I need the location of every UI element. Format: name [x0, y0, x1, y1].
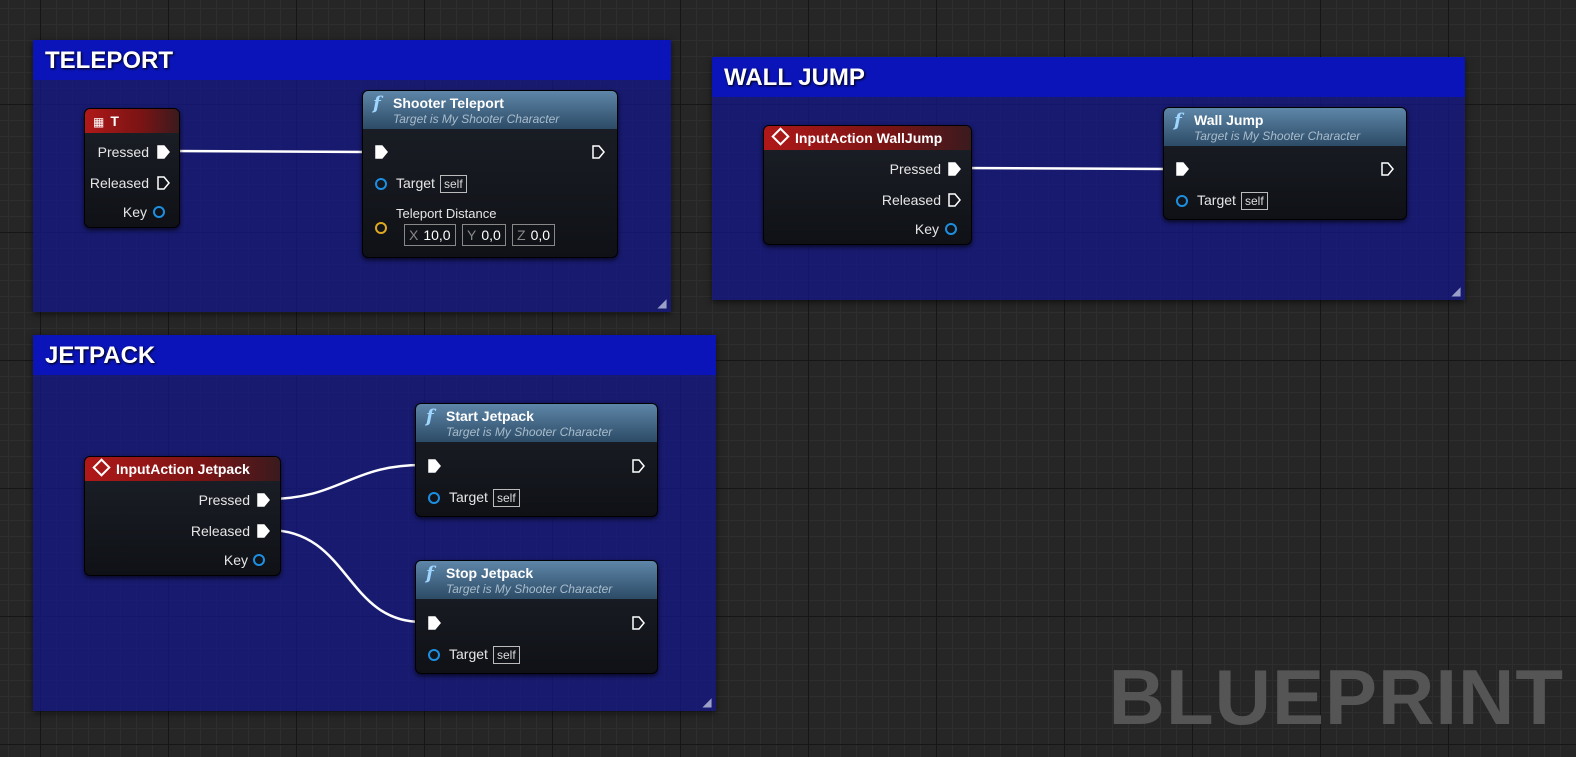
pin-label-pressed: Pressed: [198, 492, 250, 508]
blueprint-watermark: BLUEPRINT: [1108, 653, 1564, 741]
target-value-box[interactable]: self: [440, 175, 467, 193]
target-input-pin[interactable]: [1176, 195, 1188, 207]
pin-label-key: Key: [122, 204, 147, 220]
target-value-box[interactable]: self: [1241, 192, 1268, 210]
function-f-icon: f: [1174, 110, 1182, 131]
exec-wire: [267, 463, 423, 501]
vector-y-field[interactable]: Y 0,0: [462, 224, 506, 246]
function-node-wall-jump[interactable]: f Wall Jump Target is My Shooter Charact…: [1163, 107, 1407, 220]
node-header[interactable]: f Wall Jump Target is My Shooter Charact…: [1164, 108, 1406, 146]
key-output-pin[interactable]: [153, 206, 165, 218]
function-node-start-jetpack[interactable]: f Start Jetpack Target is My Shooter Cha…: [415, 403, 658, 517]
vector-z-field[interactable]: Z 0,0: [512, 224, 556, 246]
node-header[interactable]: InputAction WallJump: [764, 126, 971, 150]
node-title: InputAction WallJump: [795, 130, 943, 146]
pin-label-released: Released: [89, 175, 149, 191]
exec-wire: [167, 149, 369, 154]
function-f-icon: f: [426, 563, 434, 584]
pin-label-released: Released: [190, 523, 250, 539]
node-header[interactable]: f Shooter Teleport Target is My Shooter …: [363, 91, 617, 129]
diamond-event-icon: [92, 458, 111, 477]
event-node-key-t[interactable]: ▦ T Pressed Released Key: [84, 108, 180, 228]
node-subtitle: Target is My Shooter Character: [446, 425, 613, 439]
target-input-pin[interactable]: [428, 492, 440, 504]
node-subtitle: Target is My Shooter Character: [1194, 129, 1361, 143]
pin-label-teleport-distance: Teleport Distance: [396, 206, 497, 221]
node-header[interactable]: f Stop Jetpack Target is My Shooter Char…: [416, 561, 657, 599]
event-node-inputaction-jetpack[interactable]: InputAction Jetpack Pressed Released Key: [84, 456, 281, 576]
pin-label-key: Key: [223, 552, 248, 568]
pin-label-pressed: Pressed: [889, 161, 941, 177]
x-value: 10,0: [423, 227, 451, 243]
pin-label-target: Target: [449, 489, 488, 505]
diamond-event-icon: [771, 127, 790, 146]
axis-label-z: Z: [517, 227, 526, 243]
function-node-stop-jetpack[interactable]: f Stop Jetpack Target is My Shooter Char…: [415, 560, 658, 674]
pin-label-released: Released: [881, 192, 941, 208]
exec-wire: [959, 166, 1171, 171]
y-value: 0,0: [481, 227, 501, 243]
vector-input-pin[interactable]: [375, 222, 387, 234]
node-header[interactable]: ▦ T: [85, 109, 179, 133]
pin-label-target: Target: [1197, 192, 1236, 208]
function-f-icon: f: [373, 93, 381, 114]
exec-wire: [267, 528, 423, 624]
pin-label-key: Key: [914, 221, 939, 237]
node-subtitle: Target is My Shooter Character: [446, 582, 613, 596]
function-f-icon: f: [426, 406, 434, 427]
event-node-inputaction-walljump[interactable]: InputAction WallJump Pressed Released Ke…: [763, 125, 972, 245]
key-output-pin[interactable]: [253, 554, 265, 566]
keyboard-icon: ▦: [93, 115, 105, 129]
target-value-box[interactable]: self: [493, 646, 520, 664]
target-input-pin[interactable]: [375, 178, 387, 190]
pin-label-target: Target: [449, 646, 488, 662]
node-header[interactable]: InputAction Jetpack: [85, 457, 280, 481]
target-value-box[interactable]: self: [493, 489, 520, 507]
node-title: InputAction Jetpack: [116, 461, 250, 477]
function-node-shooter-teleport[interactable]: f Shooter Teleport Target is My Shooter …: [362, 90, 618, 258]
key-output-pin[interactable]: [945, 223, 957, 235]
node-title: T: [110, 113, 119, 129]
target-input-pin[interactable]: [428, 649, 440, 661]
axis-label-x: X: [409, 227, 419, 243]
z-value: 0,0: [530, 227, 551, 243]
node-subtitle: Target is My Shooter Character: [393, 112, 560, 126]
axis-label-y: Y: [467, 227, 477, 243]
vector-x-field[interactable]: X 10,0: [404, 224, 456, 246]
pin-label-pressed: Pressed: [97, 144, 149, 160]
node-header[interactable]: f Start Jetpack Target is My Shooter Cha…: [416, 404, 657, 442]
pin-label-target: Target: [396, 175, 435, 191]
